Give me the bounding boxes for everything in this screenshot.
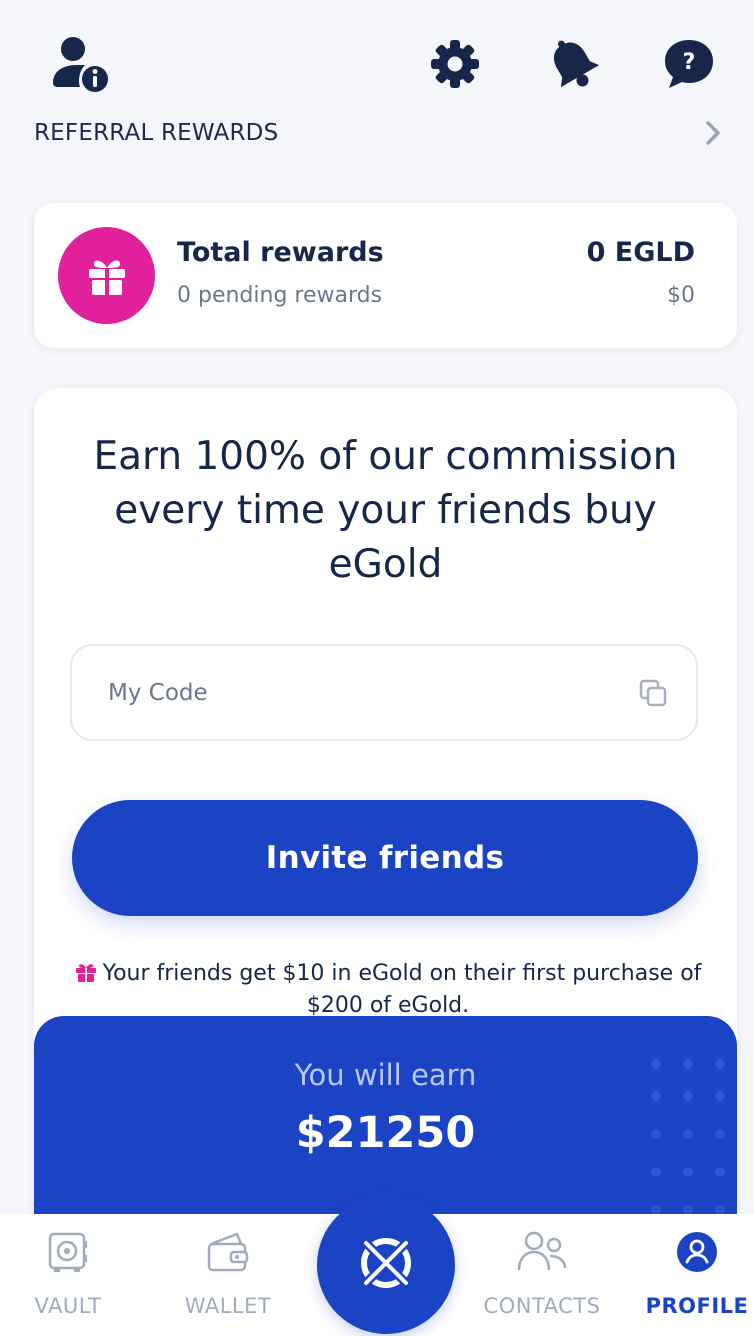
referral-rewards-row[interactable]: REFERRAL REWARDS [34,110,724,156]
nav-label-contacts: CONTACTS [483,1294,601,1318]
rewards-usd-value: $0 [667,283,695,308]
rewards-amount: 0 EGLD [586,237,695,268]
nav-item-contacts[interactable]: CONTACTS [470,1214,614,1336]
top-bar: ? [0,0,754,110]
nav-label-wallet: WALLET [184,1294,272,1318]
rewards-title: Total rewards [177,237,384,268]
earn-value: $21250 [295,1108,476,1158]
vault-icon [46,1230,90,1274]
total-rewards-card[interactable]: Total rewards 0 pending rewards 0 EGLD $… [34,203,737,348]
elrond-logo-icon [354,1231,418,1299]
bell-icon[interactable] [545,34,601,94]
nav-item-wallet[interactable]: WALLET [172,1214,284,1336]
nav-label-vault: VAULT [34,1294,102,1318]
gear-icon[interactable] [427,36,483,92]
my-code-input[interactable] [108,646,608,739]
referral-note-text: Your friends get $10 in eGold on their f… [102,961,702,1018]
user-info-icon[interactable] [50,34,116,94]
earn-heading: Earn 100% of our commission every time y… [93,434,678,587]
section-title: REFERRAL REWARDS [34,120,279,146]
wallet-icon [205,1230,251,1274]
referral-note: Your friends get $10 in eGold on their f… [58,958,718,1022]
referral-rewards-screen: ? REFERRAL REWARDS Total rewards 0 pendi… [0,0,754,1336]
copy-icon[interactable] [638,678,668,708]
center-action-button[interactable] [317,1196,455,1334]
chevron-right-icon [702,119,724,147]
gift-icon [75,960,97,982]
contacts-icon [516,1230,568,1274]
earn-label: You will earn [294,1058,477,1092]
my-code-field[interactable] [70,644,698,741]
help-chat-icon[interactable]: ? [660,36,718,92]
invite-friends-button[interactable]: Invite friends [72,800,698,916]
svg-text:?: ? [683,50,696,75]
gift-icon [58,227,155,324]
pending-rewards-text: 0 pending rewards [177,283,383,308]
nav-label-profile: PROFILE [645,1294,749,1318]
nav-item-vault[interactable]: VAULT [18,1214,118,1336]
nav-item-profile[interactable]: PROFILE [642,1214,752,1336]
profile-icon [675,1230,719,1274]
